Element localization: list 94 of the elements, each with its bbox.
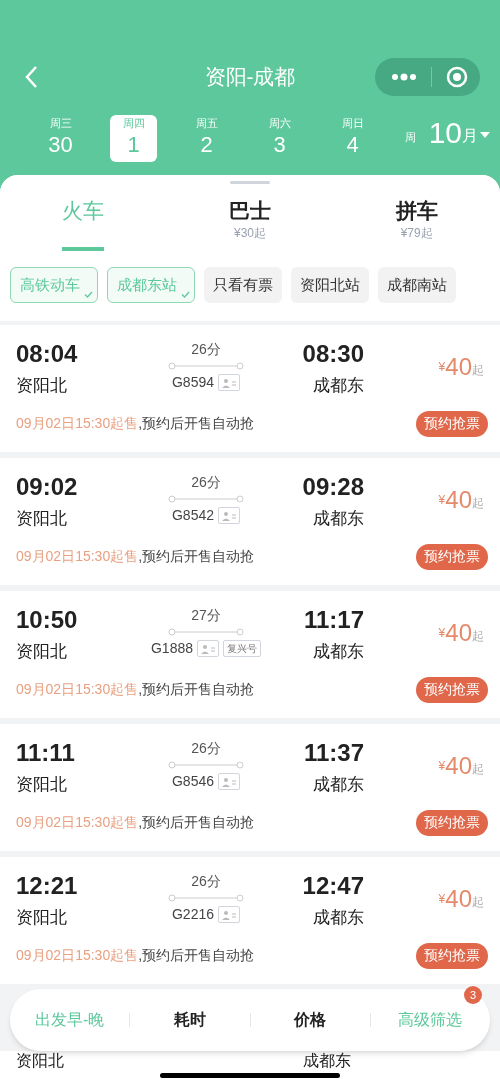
date-item[interactable]: 周四 1: [110, 114, 157, 162]
train-number: G8546: [171, 772, 214, 791]
train-card[interactable]: 12:21 资阳北 26分 G2216 12:47 成都东 ¥40起 09月02日15:30起售,预约后开售自动抢 预约抢票: [0, 857, 500, 984]
duration: 26分: [191, 473, 221, 492]
more-icon[interactable]: [391, 73, 417, 81]
sale-note: ,预约后开售自动抢: [138, 547, 255, 566]
duration: 26分: [191, 739, 221, 758]
departure-time: 11:11: [16, 738, 76, 768]
sort-option[interactable]: 价格: [250, 1008, 370, 1032]
arrival-time: 11:17: [303, 605, 364, 635]
departure-time: 08:04: [16, 339, 79, 369]
sort-option[interactable]: 耗时: [130, 1008, 250, 1032]
back-icon[interactable]: [24, 65, 38, 89]
filter-chip[interactable]: 成都东站: [107, 267, 195, 303]
date-item[interactable]: 周三 30: [37, 114, 84, 162]
train-card[interactable]: 资阳北 成都东: [0, 1051, 500, 1081]
count-badge: 3: [464, 986, 482, 1004]
arrival-station: 成都东: [313, 641, 364, 663]
tab[interactable]: 巴士 ¥30起: [166, 198, 334, 251]
train-card[interactable]: 09:02 资阳北 26分 G8542 09:28 成都东 ¥40起 09月02日15:30起售,预约后开售自动抢 预约抢票: [0, 458, 500, 585]
page-title: 资阳-成都: [203, 64, 297, 91]
caret-icon: [480, 132, 490, 138]
duration: 26分: [191, 872, 221, 891]
check-icon: [181, 291, 190, 298]
price: ¥40起: [438, 884, 484, 911]
train-number: G1888: [151, 639, 194, 658]
capsule-menu[interactable]: [375, 58, 480, 96]
reserve-button[interactable]: 预约抢票: [416, 942, 488, 969]
route-line-icon: [168, 362, 244, 370]
arrival-time: 12:47: [302, 871, 364, 901]
arrival-time: 09:28: [302, 472, 364, 502]
train-number: G2216: [171, 905, 214, 924]
tab[interactable]: 拼车 ¥79起: [333, 198, 500, 251]
tab[interactable]: 火车: [0, 198, 167, 251]
sale-time: 09月02日15:30起售: [16, 946, 139, 965]
arrival-station: 成都东: [313, 774, 364, 796]
sort-option[interactable]: 出发早-晚: [10, 1008, 130, 1032]
reserve-button[interactable]: 预约抢票: [416, 676, 488, 703]
sale-time: 09月02日15:30起售: [16, 680, 139, 699]
filter-chip[interactable]: 成都南站: [378, 267, 456, 303]
close-icon[interactable]: [446, 66, 468, 88]
seat-icon: [218, 374, 240, 391]
seat-icon: [218, 906, 240, 923]
arrival-time: 08:30: [302, 339, 364, 369]
price: ¥40起: [438, 751, 484, 778]
date-item[interactable]: 周六 3: [256, 114, 303, 162]
departure-station: 资阳北: [16, 774, 68, 796]
check-icon: [84, 291, 93, 298]
seat-icon: [218, 773, 240, 790]
date-item[interactable]: 周: [402, 114, 418, 162]
filter-chip[interactable]: 资阳北站: [291, 267, 369, 303]
departure-station: 资阳北: [16, 508, 68, 530]
sale-time: 09月02日15:30起售: [16, 414, 139, 433]
duration: 26分: [191, 340, 221, 359]
arrival-station: 成都东: [313, 375, 364, 397]
filter-chip[interactable]: 只看有票: [204, 267, 282, 303]
departure-station: 资阳北: [16, 1053, 64, 1069]
sale-note: ,预约后开售自动抢: [138, 680, 255, 699]
sale-time: 09月02日15:30起售: [16, 813, 139, 832]
route-line-icon: [168, 761, 244, 769]
price: ¥40起: [438, 352, 484, 379]
train-card[interactable]: 08:04 资阳北 26分 G8594 08:30 成都东 ¥40起 09月02日15:30起售,预约后开售自动抢 预约抢票: [0, 325, 500, 452]
arrival-station: 成都东: [313, 907, 364, 929]
departure-station: 资阳北: [16, 907, 68, 929]
arrival-station: 成都东: [303, 1053, 351, 1069]
duration: 27分: [191, 606, 221, 625]
route-line-icon: [168, 894, 244, 902]
date-item[interactable]: 周日 4: [329, 114, 376, 162]
sale-note: ,预约后开售自动抢: [138, 813, 255, 832]
sale-time: 09月02日15:30起售: [16, 547, 139, 566]
arrival-station: 成都东: [313, 508, 364, 530]
filter-chip[interactable]: 高铁动车: [10, 267, 98, 303]
arrival-time: 11:37: [303, 738, 364, 768]
seat-icon: [218, 507, 240, 524]
price: ¥40起: [438, 618, 484, 645]
train-type-tag: 复兴号: [223, 640, 262, 657]
sale-note: ,预约后开售自动抢: [138, 414, 255, 433]
reserve-button[interactable]: 预约抢票: [416, 410, 488, 437]
train-number: G8594: [171, 373, 214, 392]
route-line-icon: [168, 495, 244, 503]
price: ¥40起: [438, 485, 484, 512]
seat-icon: [197, 640, 220, 657]
train-card[interactable]: 11:11 资阳北 26分 G8546 11:37 成都东 ¥40起 09月02日15:30起售,预约后开售自动抢 预约抢票: [0, 724, 500, 851]
reserve-button[interactable]: 预约抢票: [416, 543, 488, 570]
departure-time: 10:50: [16, 605, 79, 635]
departure-time: 09:02: [16, 472, 79, 502]
sale-note: ,预约后开售自动抢: [138, 946, 255, 965]
train-card[interactable]: 10:50 资阳北 27分 G1888 复兴号 11:17 成都东 ¥40起 09月02日15:30起售,预约后开售自动抢 预约抢票: [0, 591, 500, 718]
departure-time: 12:21: [16, 871, 79, 901]
departure-station: 资阳北: [16, 375, 68, 397]
route-line-icon: [168, 628, 244, 636]
reserve-button[interactable]: 预约抢票: [416, 809, 488, 836]
date-item[interactable]: 周五 2: [183, 114, 230, 162]
train-number: G8542: [171, 506, 214, 525]
